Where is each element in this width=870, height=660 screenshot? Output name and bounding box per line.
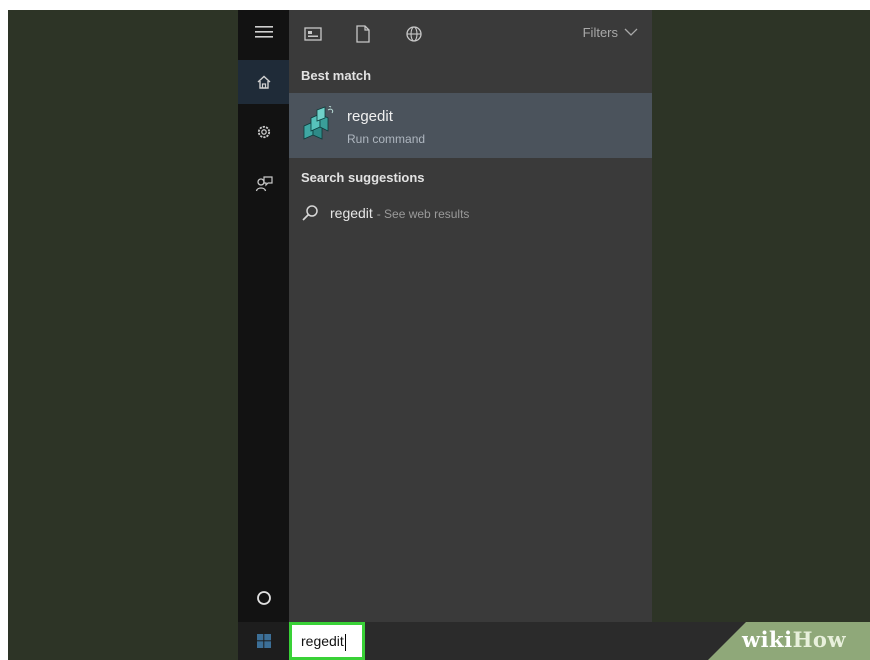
menu-icon <box>254 26 273 38</box>
windows-start-icon <box>256 634 271 648</box>
feedback-icon <box>255 176 273 192</box>
cortana-icon <box>256 591 271 605</box>
suggestion-hint: - See web results <box>376 207 470 221</box>
web-suggestion-item[interactable]: regedit - See web results <box>289 200 652 230</box>
start-button[interactable] <box>238 622 289 660</box>
best-match-heading: Best match <box>301 68 372 83</box>
result-app-name: regedit <box>347 108 393 125</box>
menu-button[interactable] <box>238 10 289 54</box>
wikihow-logo-how: How <box>792 627 847 652</box>
home-button[interactable] <box>238 60 289 104</box>
filters-dropdown[interactable]: Filters <box>583 25 638 40</box>
search-input[interactable]: regedit <box>292 625 362 657</box>
apps-filter-button[interactable] <box>301 22 325 46</box>
search-box[interactable]: regedit <box>289 622 365 660</box>
screenshot-stage: Filters Best match regedit Run command S… <box>8 10 870 660</box>
suggestion-term: regedit <box>330 205 373 221</box>
settings-icon <box>257 125 270 139</box>
settings-button[interactable] <box>238 110 289 154</box>
search-results-panel: Filters Best match regedit Run command S… <box>289 10 652 622</box>
feedback-button[interactable] <box>238 162 289 206</box>
filters-label: Filters <box>582 25 618 40</box>
documents-filter-button[interactable] <box>351 22 375 46</box>
search-icon <box>302 205 318 221</box>
chevron-down-icon <box>624 28 638 36</box>
home-icon <box>257 75 270 89</box>
documents-icon <box>356 25 370 43</box>
wikihow-logo: wikiHow <box>742 627 846 652</box>
cortana-button[interactable] <box>238 576 289 620</box>
result-app-type: Run command <box>347 132 426 146</box>
web-filter-button[interactable] <box>402 22 426 46</box>
web-icon <box>406 26 422 42</box>
search-scope-bar: Filters <box>289 10 652 56</box>
registry-editor-icon <box>303 106 334 140</box>
best-match-result[interactable]: regedit Run command <box>289 93 652 158</box>
apps-icon <box>304 27 322 41</box>
suggestion-text: regedit - See web results <box>330 205 469 221</box>
start-menu-rail <box>238 10 289 660</box>
search-suggestions-heading: Search suggestions <box>301 170 425 185</box>
text-caret <box>344 633 346 651</box>
wikihow-logo-wiki: wiki <box>742 627 793 652</box>
search-input-value: regedit <box>301 633 344 649</box>
